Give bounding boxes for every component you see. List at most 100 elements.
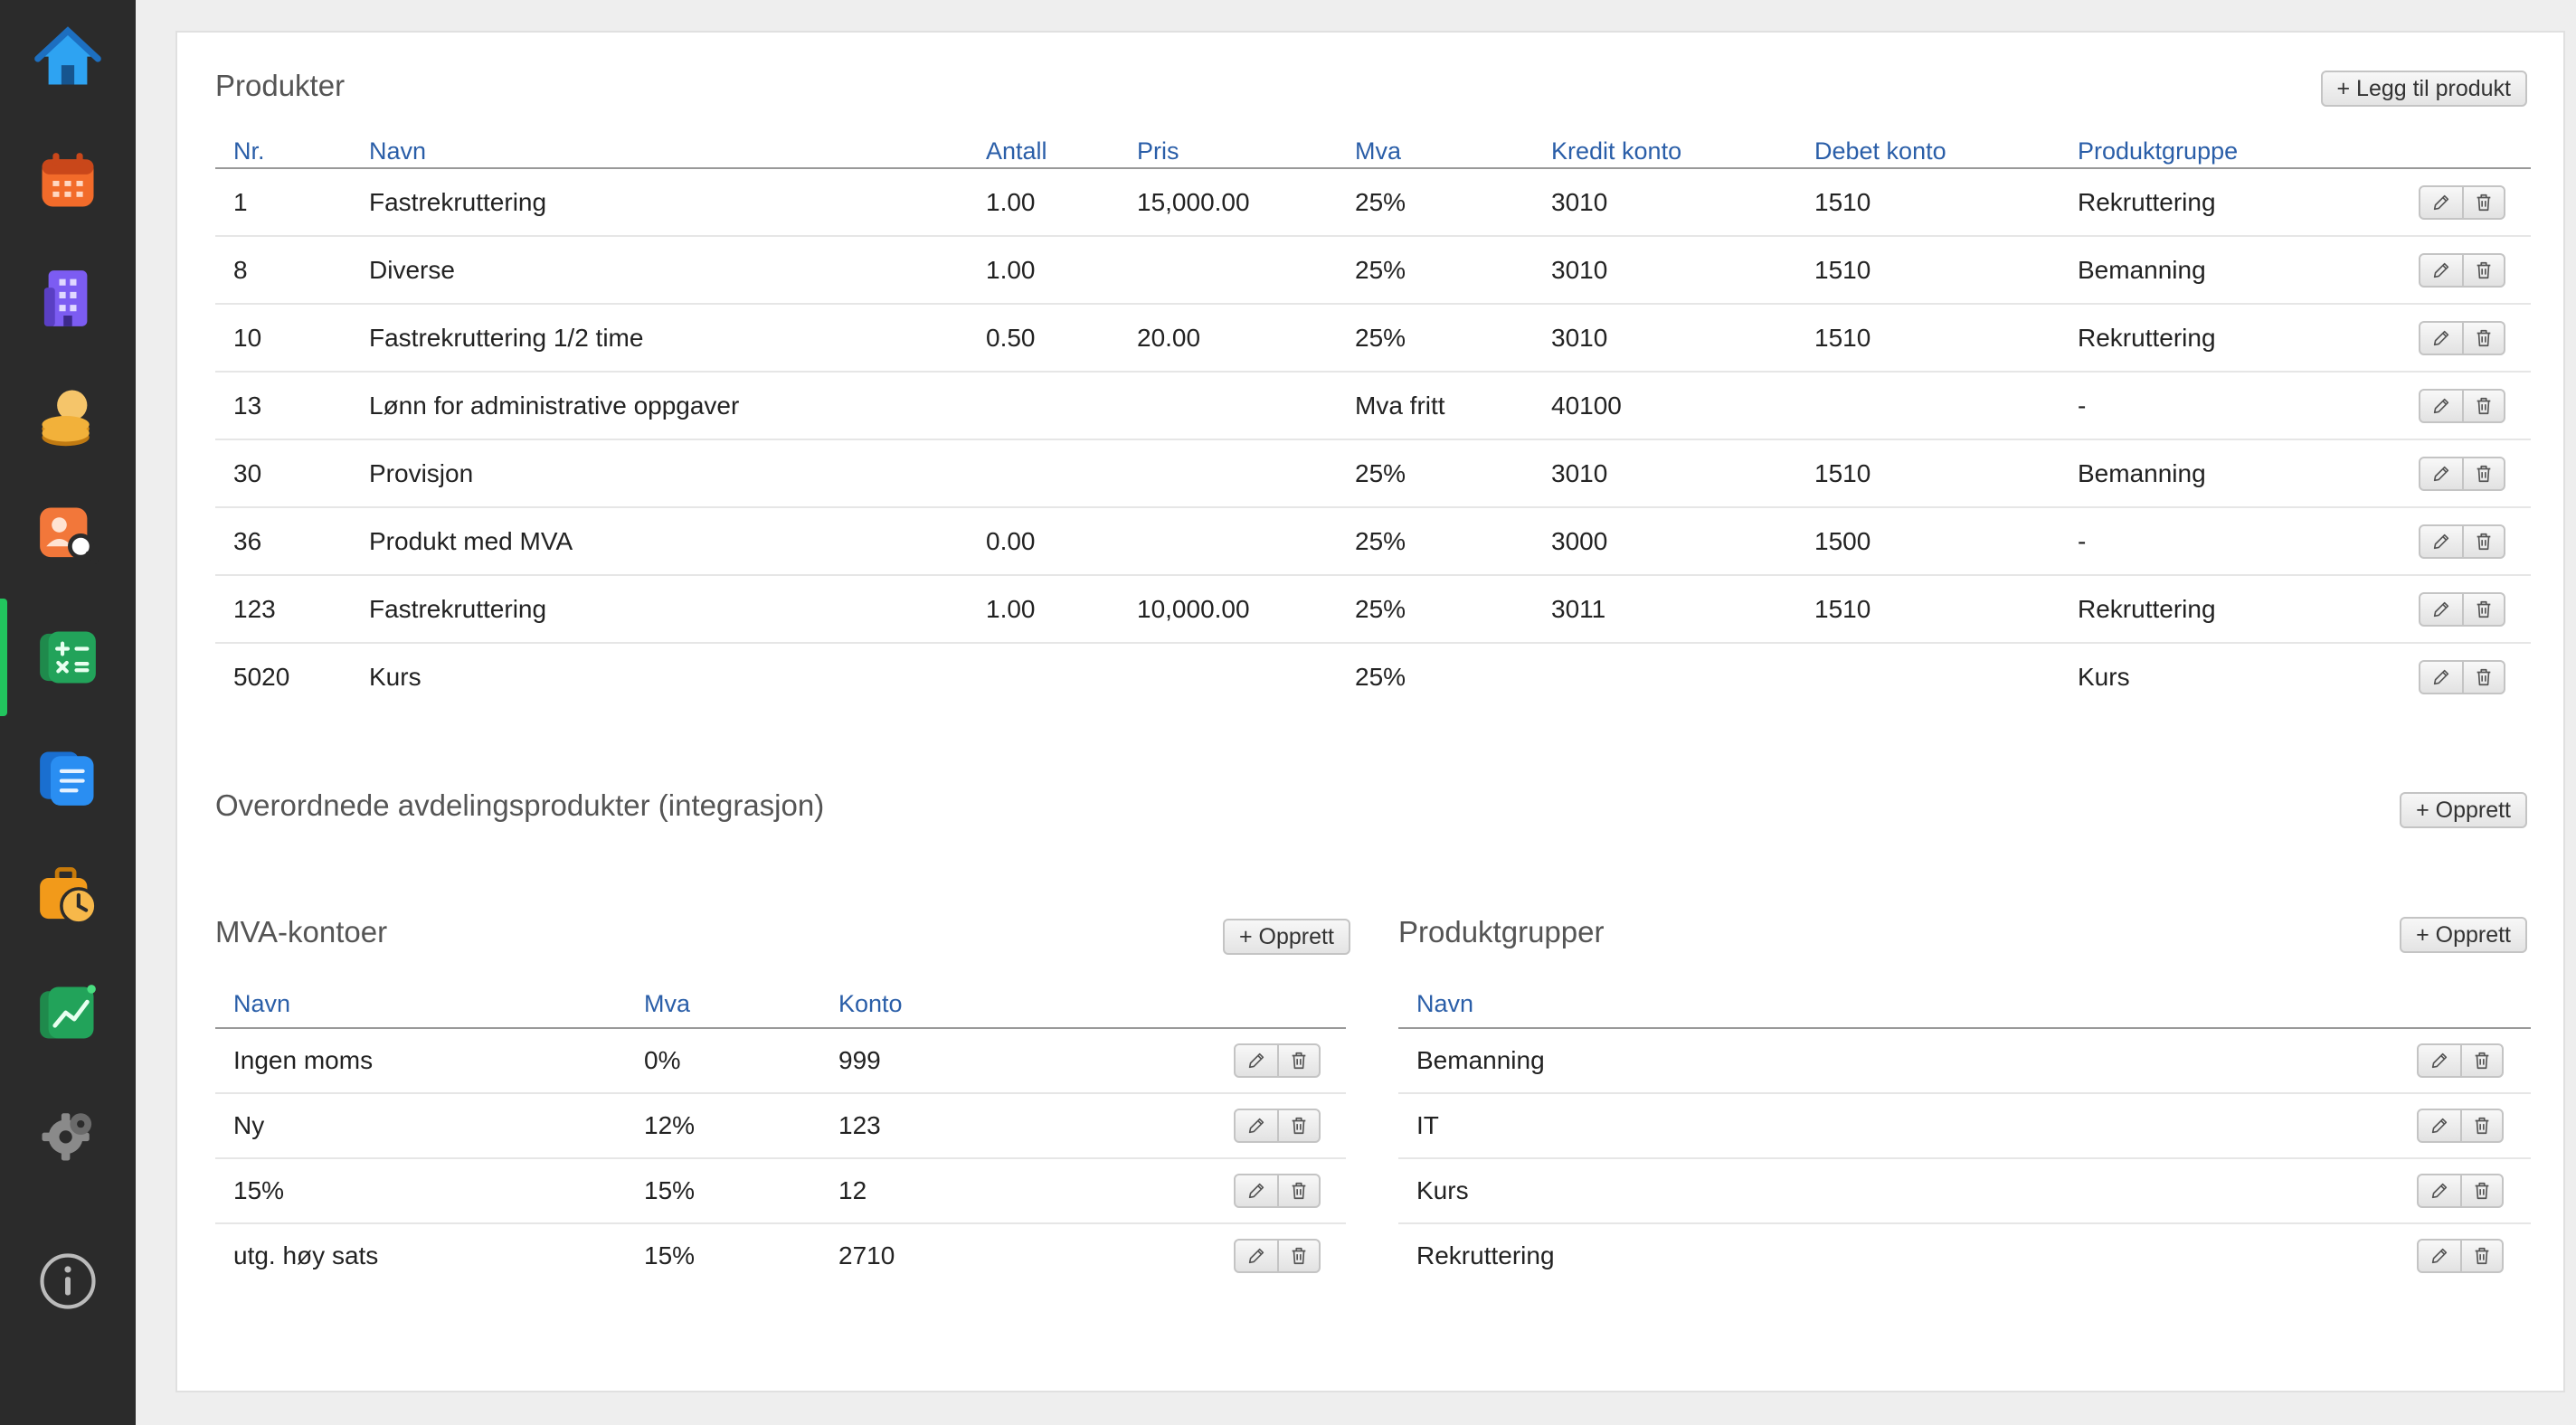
edit-button[interactable] xyxy=(1236,1241,1277,1271)
trash-icon xyxy=(2475,1117,2489,1135)
edit-button[interactable] xyxy=(2419,1110,2460,1141)
row-actions xyxy=(1234,1239,1321,1273)
nav-calculator[interactable] xyxy=(0,599,136,716)
trash-icon xyxy=(2475,1247,2489,1265)
row-actions xyxy=(2419,321,2505,355)
nav-coins[interactable] xyxy=(0,357,136,475)
edit-button[interactable] xyxy=(1236,1110,1277,1141)
cell-produktgruppe: - xyxy=(2078,527,2087,555)
col-header-kredit[interactable]: Kredit konto xyxy=(1551,137,1681,165)
create-vat-account-button[interactable]: + Opprett xyxy=(1223,919,1350,955)
delete-button[interactable] xyxy=(2462,458,2504,489)
col-header-nr[interactable]: Nr. xyxy=(233,137,265,165)
table-row: 8 Diverse 1.00 25% 3010 1510 Bemanning xyxy=(215,237,2531,305)
edit-button[interactable] xyxy=(2419,1241,2460,1271)
main-card: Produkter + Legg til produkt Nr. Navn An… xyxy=(175,31,2565,1392)
edit-button[interactable] xyxy=(2420,391,2462,421)
col-header-antall[interactable]: Antall xyxy=(986,137,1047,165)
briefcase-clock-icon xyxy=(40,867,98,925)
vat-col-header-konto[interactable]: Konto xyxy=(838,990,903,1018)
edit-button[interactable] xyxy=(2419,1045,2460,1076)
cell-debet: 1510 xyxy=(1814,188,1871,216)
edit-button[interactable] xyxy=(2420,255,2462,286)
delete-button[interactable] xyxy=(2462,323,2504,354)
delete-button[interactable] xyxy=(2460,1045,2502,1076)
delete-button[interactable] xyxy=(1277,1045,1319,1076)
col-header-mva[interactable]: Mva xyxy=(1355,137,1401,165)
cell-navn: Lønn for administrative oppgaver xyxy=(369,392,740,420)
cell-produktgruppe: Rekruttering xyxy=(2078,188,2216,216)
nav-statistics[interactable] xyxy=(0,954,136,1071)
create-parent-product-button[interactable]: + Opprett xyxy=(2400,792,2527,828)
nav-settings[interactable] xyxy=(0,1076,136,1194)
cell-nr: 123 xyxy=(233,595,276,623)
nav-documents[interactable] xyxy=(0,719,136,836)
cell-mva: 25% xyxy=(1355,188,1406,216)
col-header-produktgruppe[interactable]: Produktgruppe xyxy=(2078,137,2238,165)
row-actions xyxy=(2419,389,2505,423)
pencil-icon xyxy=(1248,1248,1264,1264)
delete-button[interactable] xyxy=(2460,1175,2502,1206)
delete-button[interactable] xyxy=(1277,1175,1319,1206)
delete-button[interactable] xyxy=(1277,1241,1319,1271)
pencil-icon xyxy=(1248,1118,1264,1134)
delete-button[interactable] xyxy=(1277,1110,1319,1141)
create-product-group-button[interactable]: + Opprett xyxy=(2400,917,2527,953)
table-row: 15% 15% 12 xyxy=(215,1159,1346,1224)
nav-home[interactable] xyxy=(0,0,136,118)
person-search-icon xyxy=(40,507,99,564)
edit-button[interactable] xyxy=(2420,458,2462,489)
col-header-navn[interactable]: Navn xyxy=(369,137,426,165)
edit-button[interactable] xyxy=(2420,323,2462,354)
add-product-button[interactable]: + Legg til produkt xyxy=(2320,71,2527,107)
cell-navn: utg. høy sats xyxy=(233,1241,379,1269)
products-title: Produkter xyxy=(215,69,346,102)
col-header-pris[interactable]: Pris xyxy=(1137,137,1179,165)
delete-button[interactable] xyxy=(2460,1110,2502,1141)
edit-button[interactable] xyxy=(2419,1175,2460,1206)
cell-antall: 1.00 xyxy=(986,188,1036,216)
edit-button[interactable] xyxy=(2420,526,2462,557)
cell-produktgruppe: Rekruttering xyxy=(2078,324,2216,352)
building-icon xyxy=(43,270,88,326)
row-actions xyxy=(2417,1174,2504,1208)
delete-button[interactable] xyxy=(2462,594,2504,625)
delete-button[interactable] xyxy=(2462,391,2504,421)
cell-mva: 25% xyxy=(1355,324,1406,352)
trash-icon xyxy=(1292,1117,1306,1135)
row-actions xyxy=(2417,1043,2504,1078)
table-row: Bemanning xyxy=(1398,1029,2531,1094)
nav-info[interactable] xyxy=(0,1222,136,1340)
chart-icon xyxy=(40,985,96,1039)
edit-button[interactable] xyxy=(2420,662,2462,693)
cell-mva: 25% xyxy=(1355,595,1406,623)
cell-navn: Fastrekruttering xyxy=(369,188,547,216)
delete-button[interactable] xyxy=(2460,1241,2502,1271)
table-row: 10 Fastrekruttering 1/2 time 0.50 20.00 … xyxy=(215,305,2531,373)
edit-button[interactable] xyxy=(1236,1175,1277,1206)
parent-products-title: Overordnede avdelingsprodukter (integras… xyxy=(215,788,825,822)
nav-building[interactable] xyxy=(0,240,136,357)
delete-button[interactable] xyxy=(2462,187,2504,218)
pencil-icon xyxy=(2431,1248,2448,1264)
cell-navn: IT xyxy=(1416,1111,1439,1139)
cell-navn: Produkt med MVA xyxy=(369,527,573,555)
col-header-debet[interactable]: Debet konto xyxy=(1814,137,1946,165)
pencil-icon xyxy=(1248,1183,1264,1199)
trash-icon xyxy=(2477,465,2491,483)
nav-timesheet[interactable] xyxy=(0,836,136,954)
delete-button[interactable] xyxy=(2462,526,2504,557)
trash-icon xyxy=(2477,668,2491,686)
cell-kredit: 3000 xyxy=(1551,527,1608,555)
edit-button[interactable] xyxy=(2420,187,2462,218)
edit-button[interactable] xyxy=(2420,594,2462,625)
group-col-header-navn[interactable]: Navn xyxy=(1416,990,1473,1018)
nav-person-search[interactable] xyxy=(0,475,136,592)
edit-button[interactable] xyxy=(1236,1045,1277,1076)
delete-button[interactable] xyxy=(2462,662,2504,693)
cell-kredit: 3010 xyxy=(1551,256,1608,284)
delete-button[interactable] xyxy=(2462,255,2504,286)
vat-col-header-mva[interactable]: Mva xyxy=(644,990,690,1018)
nav-calendar[interactable] xyxy=(0,122,136,240)
vat-col-header-navn[interactable]: Navn xyxy=(233,990,290,1018)
